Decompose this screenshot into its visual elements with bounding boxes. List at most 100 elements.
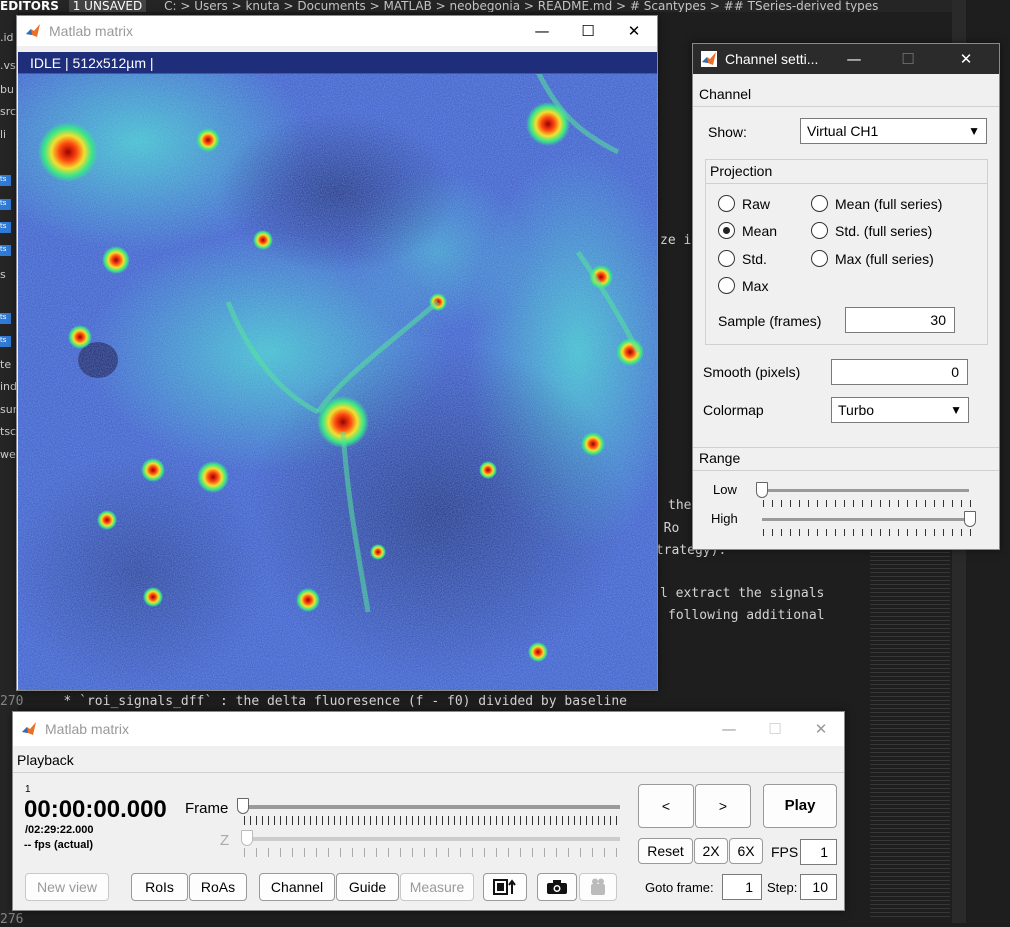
cell-hotspot xyxy=(370,544,386,560)
play-button[interactable]: Play xyxy=(763,784,837,828)
projection-radio-option[interactable]: Std. (full series) xyxy=(811,221,932,241)
colormap-label: Colormap xyxy=(703,402,764,418)
code-line[interactable]: 270 * `roi_signals_dff` : the delta fluor… xyxy=(0,694,627,709)
rois-button[interactable]: RoIs xyxy=(131,873,188,901)
export-frame-button[interactable] xyxy=(483,873,527,901)
cell-hotspot xyxy=(616,338,644,366)
radio-circle-icon[interactable] xyxy=(718,222,735,239)
sample-frames-input[interactable]: 30 xyxy=(845,307,955,333)
image-viewer-window[interactable]: Matlab matrix — ☐ ✕ IDLE | 512x512µm | xyxy=(16,15,658,691)
high-slider-thumb[interactable] xyxy=(964,511,976,527)
sidebar-file-item[interactable]: ts xyxy=(0,175,11,186)
line-number: 270 xyxy=(0,694,24,709)
sidebar-file-item[interactable]: ts xyxy=(0,336,11,347)
speed-2x-button[interactable]: 2X xyxy=(694,838,728,864)
fps-actual-display: -- fps (actual) xyxy=(24,839,94,851)
sidebar-file-item[interactable]: ts xyxy=(0,199,11,210)
minimap[interactable] xyxy=(870,540,950,920)
low-slider-ticks xyxy=(763,500,971,507)
roas-button[interactable]: RoAs xyxy=(189,873,247,901)
channel-settings-titlebar[interactable]: Channel setti... — ☐ ✕ xyxy=(693,44,999,74)
record-button xyxy=(579,873,617,901)
code-line[interactable]: l extract the signals xyxy=(660,586,824,601)
code-line[interactable]: following additional xyxy=(668,608,825,623)
frame-label: Frame xyxy=(185,800,229,817)
close-button[interactable]: ✕ xyxy=(798,714,844,744)
cell-hotspot xyxy=(528,642,548,662)
sidebar-file-item[interactable]: ts xyxy=(0,313,11,324)
frame-slider-thumb[interactable] xyxy=(237,798,249,814)
code-line[interactable]: 276 xyxy=(0,912,63,927)
fps-input[interactable]: 1 xyxy=(800,839,837,865)
high-label: High xyxy=(711,511,738,526)
fluorescence-image[interactable] xyxy=(18,52,657,690)
channel-panel: Channel Show: Virtual CH1 ▼ Projection R… xyxy=(693,80,999,448)
minimize-button[interactable]: — xyxy=(519,16,565,46)
frame-slider-track[interactable] xyxy=(243,805,620,809)
low-slider-track[interactable] xyxy=(762,489,969,492)
projection-radio-option[interactable]: Max xyxy=(718,276,768,296)
export-icon xyxy=(493,879,516,895)
fps-label: FPS xyxy=(771,844,799,860)
speed-6x-button[interactable]: 6X xyxy=(729,838,763,864)
code-line[interactable]: ze i xyxy=(660,233,691,248)
minimize-button[interactable]: — xyxy=(706,714,752,744)
projection-radio-option[interactable]: Mean xyxy=(718,221,777,241)
show-dropdown[interactable]: Virtual CH1 ▼ xyxy=(800,118,987,144)
code-text: following additional xyxy=(668,608,825,623)
time-display: 00:00:00.000 xyxy=(24,796,167,823)
low-slider-thumb[interactable] xyxy=(756,482,768,498)
projection-radio-option[interactable]: Mean (full series) xyxy=(811,194,942,214)
range-section-label: Range xyxy=(699,450,741,466)
channel-settings-window[interactable]: Channel setti... — ☐ ✕ Channel Show: Vir… xyxy=(692,43,1000,550)
radio-circle-icon[interactable] xyxy=(811,250,828,267)
z-slider-ticks xyxy=(244,848,620,857)
radio-circle-icon[interactable] xyxy=(718,250,735,267)
maximize-button: ☐ xyxy=(901,50,915,68)
radio-circle-icon[interactable] xyxy=(811,222,828,239)
goto-frame-input[interactable]: 1 xyxy=(722,874,762,900)
channel-settings-title: Channel setti... xyxy=(725,51,819,67)
goto-frame-label: Goto frame: xyxy=(645,880,714,895)
cell-hotspot xyxy=(143,587,163,607)
radio-selected-dot xyxy=(723,227,730,234)
playback-titlebar[interactable]: Matlab matrix — ☐ ✕ xyxy=(13,712,844,746)
snapshot-button[interactable] xyxy=(537,873,577,901)
radio-circle-icon[interactable] xyxy=(718,195,735,212)
cell-hotspot xyxy=(68,325,92,349)
next-frame-button[interactable]: > xyxy=(695,784,751,828)
projection-radio-option[interactable]: Std. xyxy=(718,249,767,269)
close-button[interactable]: ✕ xyxy=(611,16,657,46)
playback-window[interactable]: Matlab matrix — ☐ ✕ Playback 1 00:00:00.… xyxy=(12,711,845,911)
cell-hotspot xyxy=(479,461,497,479)
guide-button[interactable]: Guide xyxy=(336,873,399,901)
previous-frame-button[interactable]: < xyxy=(638,784,694,828)
sample-frames-label: Sample (frames) xyxy=(718,313,822,329)
reset-button[interactable]: Reset xyxy=(638,838,693,864)
image-window-title: Matlab matrix xyxy=(49,23,134,39)
channel-button[interactable]: Channel xyxy=(259,873,335,901)
colormap-dropdown-value: Turbo xyxy=(838,402,875,418)
sidebar-file-item[interactable]: ts xyxy=(0,222,11,233)
z-label: Z xyxy=(220,832,230,849)
colormap-dropdown[interactable]: Turbo ▼ xyxy=(831,397,969,423)
radio-circle-icon[interactable] xyxy=(811,195,828,212)
dropdown-arrow-icon: ▼ xyxy=(968,124,980,138)
projection-group: Projection Raw Mean (full series) Mean Std.… xyxy=(705,159,988,345)
high-slider-track[interactable] xyxy=(762,518,969,521)
radio-circle-icon[interactable] xyxy=(718,277,735,294)
image-display[interactable] xyxy=(18,52,657,690)
maximize-button: ☐ xyxy=(768,720,782,738)
radio-label: Max xyxy=(742,278,769,294)
code-line[interactable]: the xyxy=(668,498,691,513)
image-window-titlebar[interactable]: Matlab matrix — ☐ ✕ xyxy=(17,16,657,46)
smooth-pixels-input[interactable]: 0 xyxy=(831,359,968,385)
projection-radio-option[interactable]: Max (full series) xyxy=(811,249,934,269)
sidebar-file-item[interactable]: ts xyxy=(0,245,11,256)
projection-radio-option[interactable]: Raw xyxy=(718,194,770,214)
close-button[interactable]: ✕ xyxy=(943,44,989,74)
radio-label: Mean (full series) xyxy=(835,196,943,212)
maximize-button[interactable]: ☐ xyxy=(565,16,611,46)
step-input[interactable]: 10 xyxy=(800,874,837,900)
minimize-button[interactable]: — xyxy=(831,44,877,74)
